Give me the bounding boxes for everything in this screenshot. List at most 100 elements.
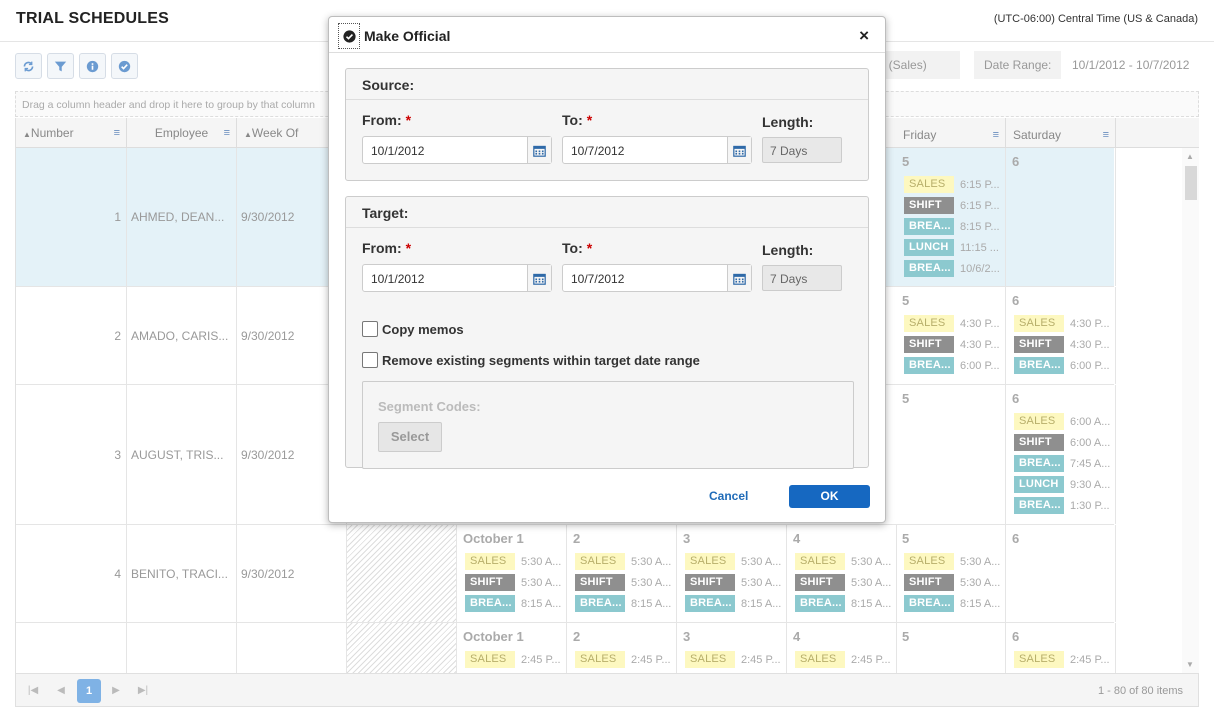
segment-sales[interactable]: SALES (575, 651, 625, 668)
checkbox-box[interactable] (362, 321, 378, 337)
day-cell[interactable]: 4 SALES 5:30 A... SHIFT 5:30 A... BREA... 8:15… (787, 525, 897, 622)
calendar-icon[interactable] (527, 137, 551, 163)
day-cell[interactable]: 5 (896, 385, 1006, 524)
day-cell[interactable]: 5 (896, 623, 1006, 673)
number-cell[interactable]: 1 (16, 148, 127, 286)
day-cell[interactable]: 6 (1006, 525, 1116, 622)
day-cell[interactable]: October 1 SALES 5:30 A... SHIFT 5:30 A... BRE… (457, 525, 567, 622)
scroll-up-icon[interactable]: ▲ (1186, 152, 1194, 161)
segment-shift[interactable]: SHIFT (904, 574, 954, 591)
segment-sales[interactable]: SALES (1014, 413, 1064, 430)
day-cell[interactable]: 2 SALES 2:45 P... (567, 623, 677, 673)
segment-sales[interactable]: SALES (685, 651, 735, 668)
remove-existing-checkbox[interactable]: Remove existing segments within target d… (362, 352, 700, 368)
segment-sales[interactable]: SALES (1014, 315, 1064, 332)
source-to-input[interactable]: 10/7/2012 (562, 136, 752, 164)
column-menu-icon[interactable]: ≡ (993, 129, 999, 141)
source-from-input[interactable]: 10/1/2012 (362, 136, 552, 164)
segment-brea[interactable]: BREA... (904, 260, 954, 277)
segment-lunch[interactable]: LUNCH (904, 239, 954, 256)
current-page-button[interactable]: 1 (77, 679, 101, 703)
info-button[interactable] (79, 53, 106, 79)
calendar-icon[interactable] (727, 137, 751, 163)
day-cell[interactable]: 6 SALES 2:45 P... (1006, 623, 1116, 673)
segment-shift[interactable]: SHIFT (465, 574, 515, 591)
day-cell[interactable]: 5 SALES 4:30 P... SHIFT 4:30 P... BREA... 6:00… (896, 287, 1006, 384)
number-cell[interactable]: 2 (16, 287, 127, 384)
column-header-employee[interactable]: Employee ≡ (127, 118, 237, 148)
day-cell[interactable]: 6 SALES 4:30 P... SHIFT 4:30 P... BREA... 6:00… (1006, 287, 1116, 384)
column-menu-icon[interactable]: ≡ (224, 127, 230, 139)
refresh-button[interactable] (15, 53, 42, 79)
number-cell[interactable] (16, 623, 127, 673)
calendar-icon[interactable] (527, 265, 551, 291)
first-page-icon[interactable]: |◀ (24, 682, 42, 700)
employee-cell[interactable] (127, 623, 237, 673)
segment-brea[interactable]: BREA... (1014, 497, 1064, 514)
scrollbar-thumb[interactable] (1185, 166, 1197, 200)
employee-cell[interactable]: BENITO, TRACI... (127, 525, 237, 622)
ok-button[interactable]: OK (789, 485, 870, 508)
day-cell[interactable]: 6 SALES 6:00 A... SHIFT 6:00 A... BREA... 7:45… (1006, 385, 1116, 524)
segment-sales[interactable]: SALES (1014, 651, 1064, 668)
next-page-icon[interactable]: ▶ (107, 682, 125, 700)
column-header-saturday[interactable]: Saturday ≡ (1006, 118, 1116, 148)
segment-shift[interactable]: SHIFT (1014, 336, 1064, 353)
segment-brea[interactable]: BREA... (904, 357, 954, 374)
segment-brea[interactable]: BREA... (465, 595, 515, 612)
segment-brea[interactable]: BREA... (795, 595, 845, 612)
day-cell[interactable]: 6 (1006, 148, 1116, 286)
prev-page-icon[interactable]: ◀ (52, 682, 70, 700)
day-cell[interactable]: October 1 SALES 2:45 P... (457, 623, 567, 673)
day-cell[interactable]: 3 SALES 5:30 A... SHIFT 5:30 A... BREA... 8:15… (677, 525, 787, 622)
column-header-number[interactable]: ▲Number ≡ (16, 118, 127, 148)
number-cell[interactable]: 3 (16, 385, 127, 524)
segment-shift[interactable]: SHIFT (904, 197, 954, 214)
column-header-friday[interactable]: Friday ≡ (896, 118, 1006, 148)
filter-button[interactable] (47, 53, 74, 79)
segment-brea[interactable]: BREA... (1014, 357, 1064, 374)
table-row[interactable]: 4 BENITO, TRACI... 9/30/2012 October 1 SALES… (16, 525, 1116, 623)
employee-cell[interactable]: AUGUST, TRIS... (127, 385, 237, 524)
segment-sales[interactable]: SALES (465, 553, 515, 570)
segment-brea[interactable]: BREA... (1014, 455, 1064, 472)
checkbox-box[interactable] (362, 352, 378, 368)
table-row[interactable]: October 1 SALES 2:45 P... 2 SALES 2:45 P... 3 S… (16, 623, 1116, 673)
segment-sales[interactable]: SALES (795, 553, 845, 570)
week-of-cell[interactable] (237, 623, 347, 673)
segment-shift[interactable]: SHIFT (685, 574, 735, 591)
column-menu-icon[interactable]: ≡ (114, 127, 120, 139)
copy-memos-checkbox[interactable]: Copy memos (362, 321, 464, 337)
segment-shift[interactable]: SHIFT (1014, 434, 1064, 451)
day-cell[interactable]: 5 SALES 5:30 A... SHIFT 5:30 A... BREA... 8:15… (896, 525, 1006, 622)
segment-sales[interactable]: SALES (904, 176, 954, 193)
day-cell[interactable]: 5 SALES 6:15 P... SHIFT 6:15 P... BREA... 8:15… (896, 148, 1006, 286)
week-of-cell[interactable]: 9/30/2012 (237, 525, 347, 622)
segment-brea[interactable]: BREA... (904, 595, 954, 612)
segment-shift[interactable]: SHIFT (904, 336, 954, 353)
segment-shift[interactable]: SHIFT (795, 574, 845, 591)
number-cell[interactable]: 4 (16, 525, 127, 622)
segment-shift[interactable]: SHIFT (575, 574, 625, 591)
segment-sales[interactable]: SALES (465, 651, 515, 668)
cancel-button[interactable]: Cancel (709, 489, 748, 503)
day-cell[interactable]: 4 SALES 2:45 P... (787, 623, 897, 673)
segment-lunch[interactable]: LUNCH (1014, 476, 1064, 493)
last-page-icon[interactable]: ▶| (134, 682, 152, 700)
employee-cell[interactable]: AMADO, CARIS... (127, 287, 237, 384)
scroll-down-icon[interactable]: ▼ (1186, 660, 1194, 669)
vertical-scrollbar[interactable]: ▲ ▼ (1182, 148, 1199, 673)
day-cell[interactable]: 2 SALES 5:30 A... SHIFT 5:30 A... BREA... 8:15… (567, 525, 677, 622)
calendar-icon[interactable] (727, 265, 751, 291)
employee-cell[interactable]: AHMED, DEAN... (127, 148, 237, 286)
segment-brea[interactable]: BREA... (685, 595, 735, 612)
target-from-input[interactable]: 10/1/2012 (362, 264, 552, 292)
segment-sales[interactable]: SALES (685, 553, 735, 570)
segment-sales[interactable]: SALES (575, 553, 625, 570)
target-to-input[interactable]: 10/7/2012 (562, 264, 752, 292)
segment-brea[interactable]: BREA... (575, 595, 625, 612)
segment-sales[interactable]: SALES (795, 651, 845, 668)
column-menu-icon[interactable]: ≡ (1103, 129, 1109, 141)
make-official-button[interactable] (111, 53, 138, 79)
date-range-value[interactable]: 10/1/2012 - 10/7/2012 (1062, 51, 1199, 79)
